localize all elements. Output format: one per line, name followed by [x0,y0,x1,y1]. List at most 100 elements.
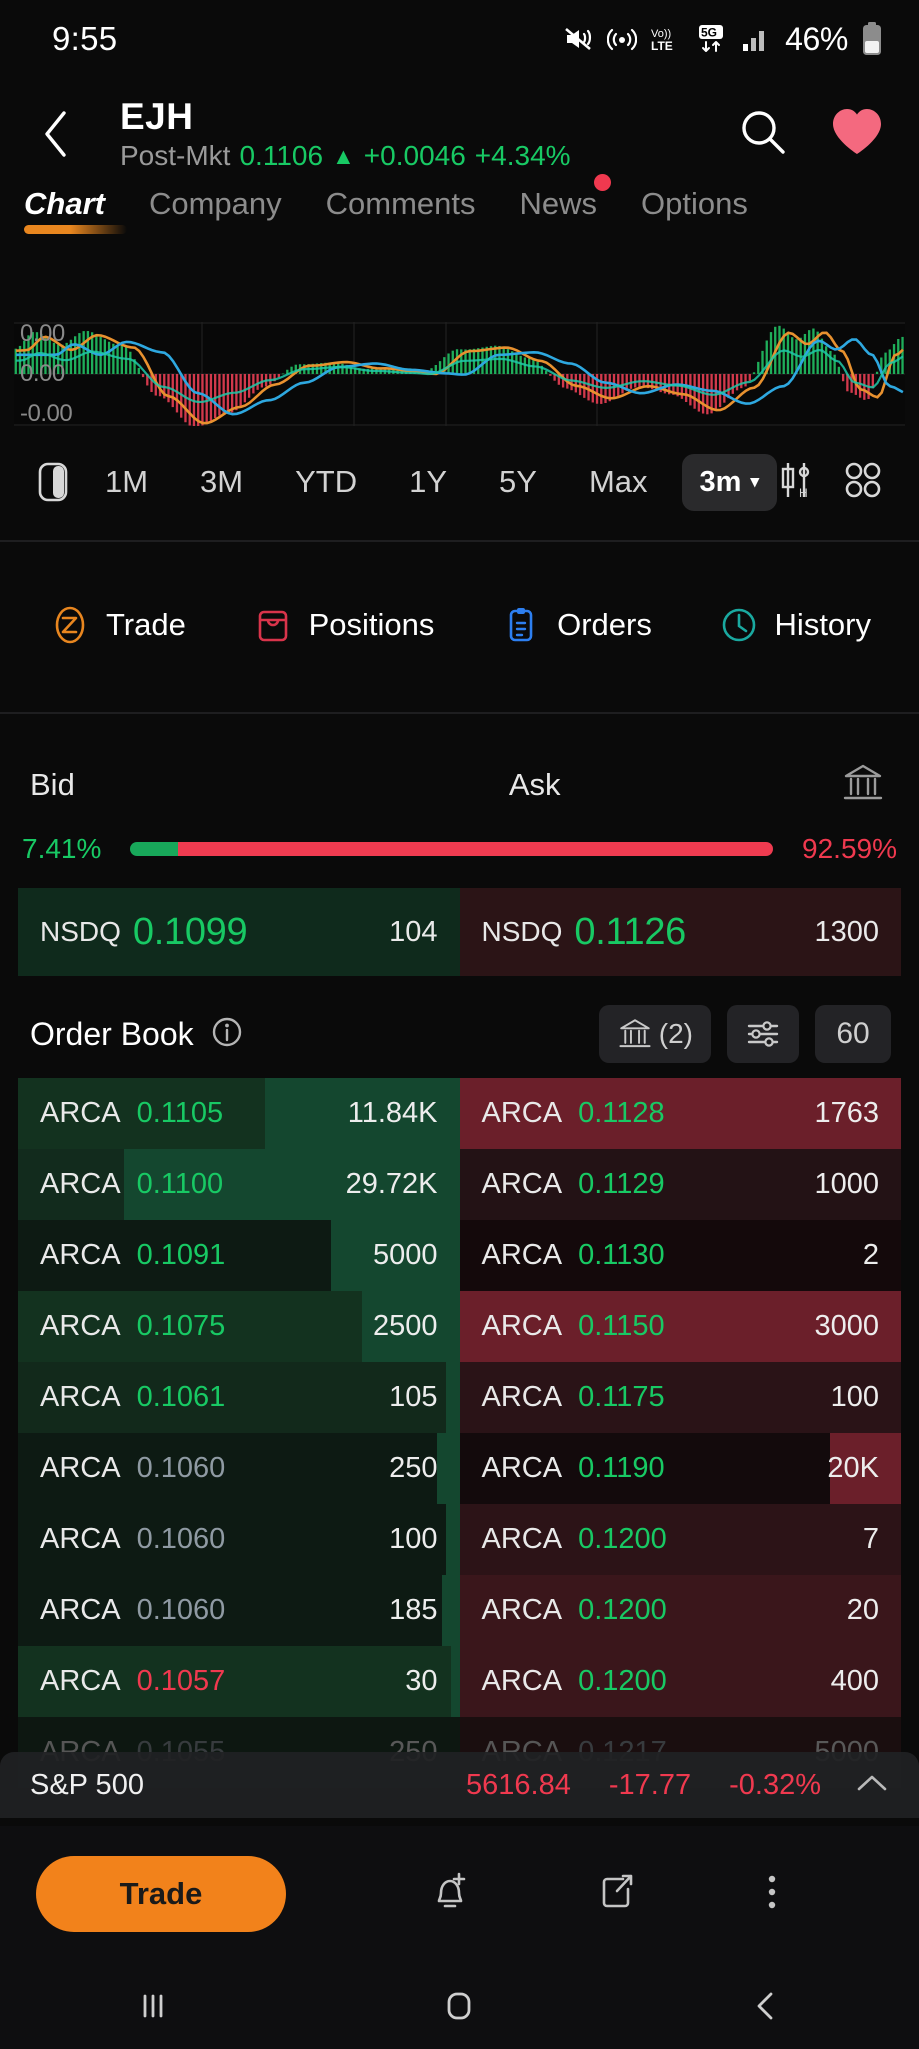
row-venue: ARCA [40,1239,121,1271]
interval-selector[interactable]: 3m ▾ [681,453,777,511]
order-book-ask-cell[interactable]: ARCA 0.1129 1000 [459,1149,901,1220]
share-icon[interactable] [593,1867,641,1922]
best-ask-size: 1300 [814,915,879,948]
order-book-chips: (2) 60 [598,1005,891,1063]
interval-value: 3m [699,465,742,498]
tab-comments[interactable]: Comments [304,186,498,222]
row-venue: ARCA [481,1665,563,1697]
candle-settings-icon[interactable]: H [777,457,815,508]
row-price: 0.1057 [136,1665,226,1697]
three-dot-menu-icon[interactable] [760,1867,784,1922]
trade-button[interactable]: Trade [36,1856,286,1932]
order-book-row[interactable]: ARCA 0.1060 250 ARCA 0.1190 20K [18,1433,901,1504]
order-book-ask-cell[interactable]: ARCA 0.1130 2 [459,1220,901,1291]
row-venue: ARCA [481,1239,563,1271]
macd-chart[interactable]: 0.00 0.00 -0.00 [14,320,905,427]
action-positions[interactable]: Positions [251,603,434,647]
exchange-count-chip[interactable]: (2) [598,1005,711,1063]
row-price: 0.1200 [578,1594,667,1626]
order-book-bid-cell[interactable]: ARCA 0.1075 2500 [18,1291,460,1362]
grid-layout-icon[interactable] [841,458,885,507]
trade-icon [55,606,85,644]
sliders-icon [747,1021,779,1047]
filter-chip[interactable] [727,1005,799,1063]
order-book-bid-cell[interactable]: ARCA 0.1105 11.84K [18,1078,460,1149]
order-book-ask-cell[interactable]: ARCA 0.1200 7 [459,1504,901,1575]
row-size: 2500 [372,1310,438,1342]
heart-icon[interactable] [829,106,885,163]
ticker-symbol: EJH [120,95,194,137]
quote-line: Post-Mkt 0.1106 ▲ +0.0046 +4.34% [120,141,737,172]
order-book-row[interactable]: ARCA 0.1100 29.72K ARCA 0.1129 1000 [18,1149,901,1220]
order-book-row[interactable]: ARCA 0.1075 2500 ARCA 0.1150 3000 [18,1291,901,1362]
tab-news-label: News [519,186,598,221]
row-price: 0.1075 [136,1310,226,1342]
news-notification-dot [594,174,612,191]
depth-count-chip[interactable]: 60 [815,1005,891,1063]
tab-news[interactable]: News [498,174,620,222]
ask-label: Ask [508,767,561,802]
order-book-ask-cell[interactable]: ARCA 0.1175 100 [459,1362,901,1433]
best-bid-cell[interactable]: NSDQ 0.1099 104 [18,888,460,976]
row-venue: ARCA [40,1168,121,1200]
row-venue: ARCA [40,1594,121,1626]
bell-plus-icon[interactable] [426,1867,474,1922]
tab-options[interactable]: Options [619,186,770,222]
order-book-bid-cell[interactable]: ARCA 0.1100 29.72K [18,1149,460,1220]
home-icon[interactable] [404,1976,514,2036]
row-price: 0.1100 [136,1168,224,1200]
order-book-ask-cell[interactable]: ARCA 0.1200 20 [459,1575,901,1646]
timeframe-1m[interactable]: 1M [79,454,174,510]
order-book-bid-cell[interactable]: ARCA 0.1091 5000 [18,1220,460,1291]
split-view-icon[interactable] [28,454,79,510]
action-history[interactable]: History [717,603,871,647]
info-icon[interactable] [210,1015,244,1054]
chevron-up-icon[interactable] [855,1770,889,1801]
order-book-row[interactable]: ARCA 0.1060 185 ARCA 0.1200 20 [18,1575,901,1646]
timeframe-ytd[interactable]: YTD [269,454,383,510]
action-history-label: History [774,607,871,642]
action-trade[interactable]: Trade [48,603,186,647]
status-icons: Vo)) LTE 5G 46% [564,21,883,58]
order-book-ask-cell[interactable]: ARCA 0.1128 1763 [459,1078,902,1149]
order-book-row[interactable]: ARCA 0.1057 30 ARCA 0.1200 400 [18,1646,901,1717]
row-size: 1763 [814,1097,879,1129]
timeframe-3m[interactable]: 3M [174,454,269,510]
order-book-row[interactable]: ARCA 0.1060 100 ARCA 0.1200 7 [18,1504,901,1575]
best-ask-cell[interactable]: NSDQ 0.1126 1300 [459,888,901,976]
page-header: EJH Post-Mkt 0.1106 ▲ +0.0046 +4.34% [0,88,919,180]
order-book-bid-cell[interactable]: ARCA 0.1060 100 [18,1504,460,1575]
row-content: ARCA 0.1060 250 [18,1433,460,1504]
row-venue: ARCA [40,1097,121,1129]
row-content: ARCA 0.1128 1763 [460,1078,902,1149]
recents-icon[interactable] [98,1976,208,2036]
nbbo-quote-row: NSDQ 0.1099 104 NSDQ 0.1126 1300 [18,888,901,976]
action-orders[interactable]: Orders [499,603,652,647]
tab-company[interactable]: Company [127,186,304,222]
best-ask-venue: NSDQ [481,916,563,947]
order-book-ask-cell[interactable]: ARCA 0.1200 400 [459,1646,901,1717]
order-book-bid-cell[interactable]: ARCA 0.1061 105 [18,1362,460,1433]
order-book-row[interactable]: ARCA 0.1061 105 ARCA 0.1175 100 [18,1362,901,1433]
timeframe-5y[interactable]: 5Y [473,454,563,510]
order-book-bid-cell[interactable]: ARCA 0.1057 30 [18,1646,460,1717]
search-icon[interactable] [737,106,789,163]
index-banner[interactable]: S&P 500 5616.84 -17.77 -0.32% [0,1752,919,1818]
row-size: 100 [389,1523,438,1555]
order-book-row[interactable]: ARCA 0.1105 11.84K ARCA 0.1128 1763 [18,1078,901,1149]
order-book-bid-cell[interactable]: ARCA 0.1060 250 [18,1433,460,1504]
ask-ratio-percent: 92.59% [802,833,897,864]
timeframe-max[interactable]: Max [563,454,674,510]
row-venue: ARCA [481,1381,563,1413]
order-book-row[interactable]: ARCA 0.1091 5000 ARCA 0.1130 2 [18,1220,901,1291]
back-icon[interactable] [711,1976,821,2036]
timeframe-row: 1M 3M YTD 1Y 5Y Max 3m ▾ H [0,448,919,516]
timeframe-1y[interactable]: 1Y [383,454,473,510]
back-button[interactable] [24,102,88,166]
tab-chart[interactable]: Chart [24,186,127,234]
order-book-ask-cell[interactable]: ARCA 0.1150 3000 [459,1291,901,1362]
order-book-bid-cell[interactable]: ARCA 0.1060 185 [18,1575,460,1646]
order-book-ask-cell[interactable]: ARCA 0.1190 20K [459,1433,901,1504]
bank-icon[interactable] [841,762,885,809]
header-actions [737,106,885,163]
